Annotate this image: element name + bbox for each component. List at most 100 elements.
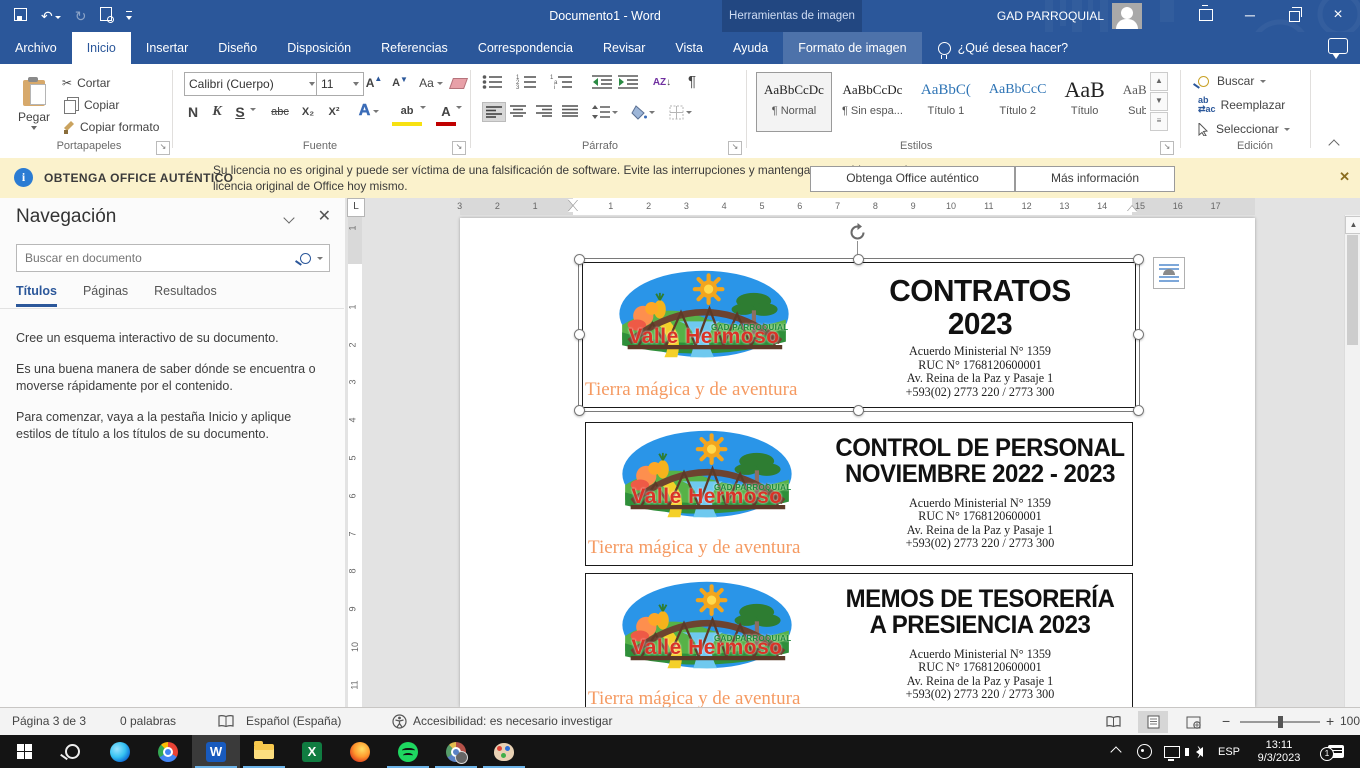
taskbar-start-icon[interactable]	[0, 735, 48, 768]
account-area[interactable]: GAD PARROQUIAL	[997, 0, 1142, 32]
zoom-slider-thumb[interactable]	[1278, 716, 1283, 728]
change-case-button[interactable]: Aa	[416, 72, 446, 94]
taskbar-spotify-icon[interactable]	[384, 735, 432, 768]
search-input[interactable]	[17, 251, 300, 265]
taskbar-firefox-icon[interactable]	[336, 735, 384, 768]
resize-handle-nw[interactable]	[574, 254, 585, 265]
underline-button[interactable]: S	[230, 102, 250, 122]
more-info-button[interactable]: Más información	[1015, 166, 1175, 192]
vertical-ruler[interactable]: 11234567891011	[348, 217, 362, 707]
taskbar-word-icon[interactable]: W	[192, 735, 240, 768]
word-count[interactable]: 0 palabras	[120, 708, 176, 735]
ribbon-display-options-button[interactable]	[1184, 0, 1228, 32]
print-preview-button[interactable]	[100, 0, 112, 32]
get-genuine-office-button[interactable]: Obtenga Office auténtico	[810, 166, 1015, 192]
subscript-button[interactable]: X₂	[296, 102, 320, 122]
style-card[interactable]: AaBbCcDSubtítulo	[1115, 72, 1146, 132]
style-card[interactable]: AaBbC(Título 1	[913, 72, 979, 132]
taskbar-excel-icon[interactable]: X	[288, 735, 336, 768]
collapse-ribbon-button[interactable]	[1330, 138, 1338, 152]
styles-scroll-up[interactable]: ▲	[1150, 72, 1168, 91]
tray-expand-chevron[interactable]	[1104, 735, 1128, 768]
proofing-icon[interactable]	[218, 715, 234, 728]
network-icon[interactable]	[1160, 735, 1184, 768]
underline-dropdown[interactable]	[250, 108, 256, 111]
resize-handle-e[interactable]	[1133, 329, 1144, 340]
customize-qat-button[interactable]	[126, 11, 132, 22]
style-card[interactable]: AaBbCcCTítulo 2	[981, 72, 1055, 132]
resize-handle-se[interactable]	[1133, 405, 1144, 416]
resize-handle-sw[interactable]	[574, 405, 585, 416]
justify-button[interactable]	[562, 105, 578, 117]
find-button[interactable]: Buscar	[1198, 72, 1266, 90]
tab-vista[interactable]: Vista	[660, 32, 718, 64]
search-box[interactable]	[16, 244, 330, 272]
highlight-color-button[interactable]: ab	[392, 100, 422, 126]
decrease-indent-button[interactable]	[592, 74, 612, 90]
style-card[interactable]: AaBbCcDc¶ Normal	[756, 72, 832, 132]
tab-correspondencia[interactable]: Correspondencia	[463, 32, 588, 64]
tab-formato-de-imagen[interactable]: Formato de imagen	[783, 32, 921, 64]
font-size-combo[interactable]: 11	[316, 72, 364, 96]
letterhead-block-3[interactable]: Valle HermosoGAD PARROQUIAL Tierra mágic…	[585, 573, 1133, 707]
nav-pane-options-chevron[interactable]	[283, 212, 294, 223]
taskbar-chrome-profile-icon[interactable]	[432, 735, 480, 768]
replace-button[interactable]: ab⇄ac Reemplazar	[1198, 96, 1285, 114]
zoom-in-button[interactable]: +	[1326, 708, 1334, 735]
zoom-out-button[interactable]: −	[1222, 708, 1230, 735]
print-layout-button[interactable]	[1138, 711, 1168, 733]
resize-handle-n[interactable]	[853, 254, 864, 265]
strikethrough-button[interactable]: abc	[266, 102, 294, 122]
vertical-scrollbar[interactable]: ▲	[1344, 215, 1360, 707]
paragraph-dialog-launcher[interactable]: ↘	[728, 141, 742, 155]
letterhead-block-2[interactable]: Valle HermosoGAD PARROQUIAL Tierra mágic…	[585, 422, 1133, 566]
bullet-list-button[interactable]	[482, 74, 504, 90]
tab-referencias[interactable]: Referencias	[366, 32, 463, 64]
layout-options-button[interactable]	[1153, 257, 1185, 289]
resize-handle-s[interactable]	[853, 405, 864, 416]
styles-dialog-launcher[interactable]: ↘	[1160, 141, 1174, 155]
redo-button[interactable]: ↻	[75, 0, 87, 32]
action-center-icon[interactable]: 1	[1320, 735, 1352, 768]
styles-more-button[interactable]: ≡	[1150, 112, 1168, 131]
feedback-icon[interactable]	[1328, 38, 1348, 54]
save-button[interactable]	[14, 0, 27, 32]
tab-insertar[interactable]: Insertar	[131, 32, 203, 64]
borders-button[interactable]	[664, 102, 696, 122]
text-effects-button[interactable]: A	[356, 100, 382, 122]
tell-me-box[interactable]: ¿Qué desea hacer?	[938, 32, 1069, 64]
nav-tab-títulos[interactable]: Títulos	[16, 284, 57, 307]
tray-recorder-icon[interactable]	[1132, 735, 1156, 768]
tab-disposici-n[interactable]: Disposición	[272, 32, 366, 64]
taskbar-edge-icon[interactable]	[96, 735, 144, 768]
zoom-level[interactable]: 100%	[1340, 708, 1360, 735]
language-tray[interactable]: ESP	[1214, 735, 1244, 768]
web-layout-button[interactable]	[1178, 711, 1208, 733]
cut-button[interactable]: ✂Cortar	[62, 74, 110, 92]
avatar[interactable]	[1112, 3, 1142, 29]
taskbar-chrome-icon[interactable]	[144, 735, 192, 768]
rotate-handle[interactable]	[847, 222, 868, 243]
scrollbar-thumb[interactable]	[1347, 235, 1358, 345]
letterhead-block-1[interactable]: Valle HermosoGAD PARROQUIAL Tierra mágic…	[582, 262, 1136, 408]
taskbar-paint-icon[interactable]	[480, 735, 528, 768]
styles-scroll-down[interactable]: ▼	[1150, 92, 1168, 111]
taskbar-search-icon[interactable]	[48, 735, 96, 768]
show-marks-button[interactable]: ¶	[682, 70, 702, 92]
undo-button[interactable]: ↶	[41, 0, 61, 32]
clock[interactable]: 13:119/3/2023	[1246, 735, 1312, 768]
shading-button[interactable]	[628, 102, 658, 122]
style-card[interactable]: AaBTítulo	[1056, 72, 1112, 132]
numbered-list-button[interactable]: 123	[516, 74, 538, 90]
highlight-dropdown[interactable]	[420, 106, 426, 109]
first-line-indent-marker[interactable]	[568, 199, 578, 205]
taskbar-explorer-icon[interactable]	[240, 735, 288, 768]
resize-handle-ne[interactable]	[1133, 254, 1144, 265]
tab-dise-o[interactable]: Diseño	[203, 32, 272, 64]
copy-button[interactable]: Copiar	[62, 96, 119, 114]
italic-button[interactable]: K	[206, 102, 228, 122]
horizontal-ruler[interactable]: 3211234567891011121314151617	[460, 198, 1255, 215]
hanging-indent-marker[interactable]	[568, 206, 578, 212]
align-left-button[interactable]	[482, 102, 506, 122]
font-dialog-launcher[interactable]: ↘	[452, 141, 466, 155]
